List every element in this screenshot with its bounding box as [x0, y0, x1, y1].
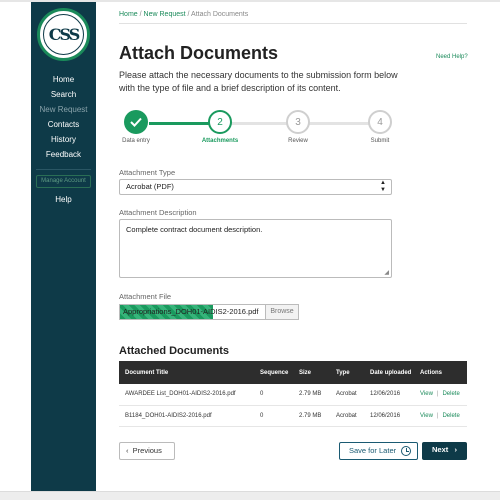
view-link[interactable]: View	[420, 413, 433, 419]
attached-documents-table: Document Title Sequence Size Type Date u…	[119, 361, 467, 427]
sidebar-item-history[interactable]: History	[31, 132, 96, 147]
sidebar-divider	[36, 169, 91, 170]
cell-size: 2.79 MB	[293, 405, 330, 427]
step-submit[interactable]: 4 Submit	[360, 110, 400, 144]
select-arrows-icon: ▲ ▼	[380, 180, 386, 193]
step-review[interactable]: 3 Review	[278, 110, 318, 144]
clock-icon	[401, 446, 411, 456]
table-row: AWARDEE List_DOH01-AIDIS2-2016.pdf 0 2.7…	[119, 384, 467, 406]
cell-size: 2.79 MB	[293, 384, 330, 406]
attachment-description-value: Complete contract document description.	[126, 225, 263, 234]
column-header: Actions	[414, 361, 467, 384]
sidebar-item-new-request[interactable]: New Request	[31, 102, 100, 117]
logo-text: CSS	[48, 25, 80, 44]
attached-documents-title: Attached Documents	[119, 345, 230, 357]
previous-label: Previous	[132, 446, 162, 455]
cell-title: AWARDEE List_DOH01-AIDIS2-2016.pdf	[119, 384, 254, 406]
table-header-row: Document Title Sequence Size Type Date u…	[119, 361, 467, 384]
page-title: Attach Documents	[119, 43, 279, 63]
window-bottom-edge	[0, 491, 500, 500]
attachment-type-label: Attachment Type	[119, 168, 176, 177]
sidebar-item-contacts[interactable]: Contacts	[31, 117, 96, 132]
cell-date: 12/06/2016	[364, 405, 414, 427]
attachment-type-value: Acrobat (PDF)	[126, 182, 174, 191]
manage-account-button[interactable]: Manage Account	[36, 175, 91, 188]
breadcrumb-divider	[119, 23, 467, 24]
file-name-field[interactable]: Appropriations_DOH01-AIDIS2-2016.pdf	[119, 304, 266, 320]
logo-ring: CSS	[43, 14, 84, 55]
breadcrumb-separator: /	[139, 11, 142, 18]
breadcrumb: Home / New Request / Attach Documents	[119, 11, 248, 18]
previous-button[interactable]: ‹ Previous	[119, 442, 175, 460]
table-row: B1184_DOH01-AIDIS2-2016.pdf 0 2.79 MB Ac…	[119, 405, 467, 427]
chevron-right-icon: ›	[454, 445, 458, 454]
breadcrumb-new-request[interactable]: New Request	[144, 11, 186, 18]
step-attachments[interactable]: 2 Attachments	[200, 110, 240, 144]
breadcrumb-home[interactable]: Home	[119, 11, 138, 18]
cell-date: 12/06/2016	[364, 384, 414, 406]
next-button[interactable]: Next ›	[422, 442, 467, 460]
chevron-left-icon: ‹	[126, 446, 129, 455]
column-header[interactable]: Document Title	[119, 361, 254, 384]
step-label: Data entry	[122, 138, 150, 144]
sidebar: CSS Home Search New Request Contacts His…	[31, 2, 100, 498]
step-number: 3	[286, 110, 310, 134]
cell-title: B1184_DOH01-AIDIS2-2016.pdf	[119, 405, 254, 427]
browse-button[interactable]: Browse	[266, 304, 299, 320]
checkmark-icon	[124, 110, 148, 134]
attachment-file-label: Attachment File	[119, 292, 172, 301]
sidebar-nav: Home Search New Request Contacts History…	[31, 72, 100, 162]
cell-actions: View | Delete	[414, 384, 467, 406]
cell-type: Acrobat	[330, 384, 364, 406]
step-label: Review	[288, 138, 308, 144]
delete-link[interactable]: Delete	[442, 413, 459, 419]
logo[interactable]: CSS	[37, 8, 90, 61]
breadcrumb-separator: /	[187, 11, 190, 18]
sidebar-item-feedback[interactable]: Feedback	[31, 147, 96, 162]
delete-link[interactable]: Delete	[442, 391, 459, 397]
cell-sequence: 0	[254, 405, 293, 427]
column-header[interactable]: Size	[293, 361, 330, 384]
action-separator: |	[436, 391, 439, 398]
sidebar-item-help[interactable]: Help	[31, 192, 96, 207]
cell-sequence: 0	[254, 384, 293, 406]
progress-stepper: Data entry 2 Attachments 3 Review 4 Subm…	[119, 110, 395, 150]
file-upload: Appropriations_DOH01-AIDIS2-2016.pdf Bro…	[119, 304, 299, 320]
step-number: 2	[208, 110, 232, 134]
step-data-entry[interactable]: Data entry	[116, 110, 156, 144]
save-for-later-button[interactable]: Save for Later	[339, 442, 418, 460]
step-number: 4	[368, 110, 392, 134]
cell-type: Acrobat	[330, 405, 364, 427]
step-label: Submit	[370, 138, 390, 144]
sidebar-item-search[interactable]: Search	[31, 87, 96, 102]
resize-handle-icon[interactable]: ◢	[384, 269, 389, 276]
next-label: Next	[432, 445, 449, 454]
attachment-description-textarea[interactable]: Complete contract document description. …	[119, 219, 392, 278]
attachment-type-select[interactable]: Acrobat (PDF) ▲ ▼	[119, 179, 392, 195]
column-header[interactable]: Sequence	[254, 361, 293, 384]
breadcrumb-current: Attach Documents	[191, 11, 249, 18]
attachment-description-label: Attachment Description	[119, 208, 197, 217]
sidebar-item-home[interactable]: Home	[31, 72, 96, 87]
file-name-text: Appropriations_DOH01-AIDIS2-2016.pdf	[123, 307, 259, 316]
cell-actions: View | Delete	[414, 405, 467, 427]
page-intro: Please attach the necessary documents to…	[119, 70, 398, 93]
need-help-link[interactable]: Need Help?	[436, 54, 468, 60]
view-link[interactable]: View	[420, 391, 433, 397]
step-label: Attachments	[201, 138, 239, 144]
column-header[interactable]: Type	[330, 361, 364, 384]
save-label: Save for Later	[349, 446, 397, 455]
column-header[interactable]: Date uploaded	[364, 361, 414, 384]
action-separator: |	[436, 412, 439, 419]
